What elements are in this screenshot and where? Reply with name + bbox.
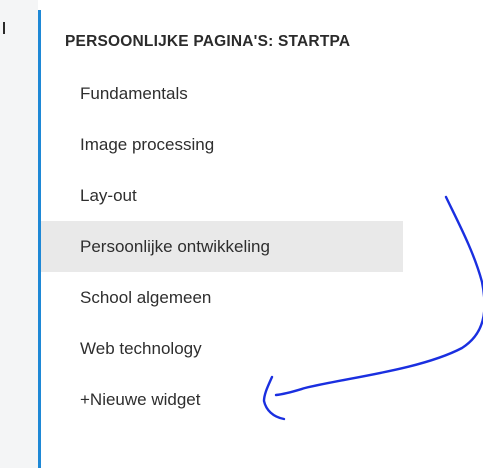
- left-sidebar-strip: [0, 0, 38, 468]
- panel-title: PERSOONLIJKE PAGINA'S: STARTPA: [65, 33, 351, 50]
- menu-item-school-algemeen[interactable]: School algemeen: [41, 272, 403, 323]
- edge-marker: [3, 22, 5, 34]
- menu-item-image-processing[interactable]: Image processing: [41, 119, 403, 170]
- menu-item-fundamentals[interactable]: Fundamentals: [41, 68, 403, 119]
- widget-menu-list: Fundamentals Image processing Lay-out Pe…: [41, 68, 403, 425]
- screenshot-stage: PERSOONLIJKE PAGINA'S: STARTPA Fundament…: [0, 0, 483, 468]
- menu-item-web-technology[interactable]: Web technology: [41, 323, 403, 374]
- new-widget-link[interactable]: +Nieuwe widget: [41, 374, 403, 425]
- menu-item-lay-out[interactable]: Lay-out: [41, 170, 403, 221]
- widget-menu-panel: PERSOONLIJKE PAGINA'S: STARTPA Fundament…: [41, 0, 403, 468]
- menu-item-persoonlijke-ontwikkeling[interactable]: Persoonlijke ontwikkeling: [41, 221, 403, 272]
